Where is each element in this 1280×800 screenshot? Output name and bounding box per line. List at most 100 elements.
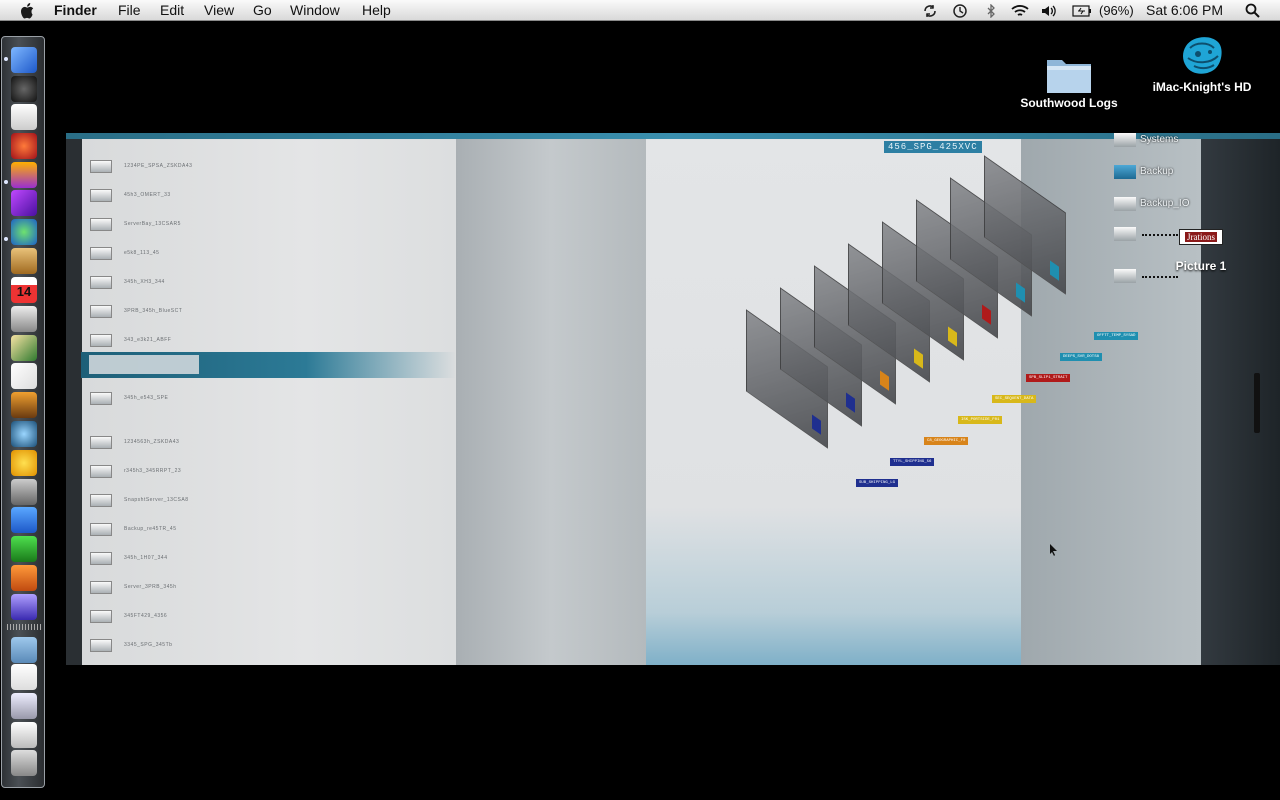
card-marker <box>948 326 957 347</box>
messenger-icon[interactable] <box>11 219 37 245</box>
wallpaper-row-label: 345h_1H07_344 <box>124 555 168 561</box>
wallpaper-row: 345h_1H07_344 <box>90 549 167 567</box>
cards-icon[interactable] <box>11 363 37 389</box>
drive-shape <box>90 275 112 289</box>
word-icon[interactable] <box>11 507 37 533</box>
time-machine-icon[interactable] <box>11 421 37 447</box>
solitaire-icon[interactable] <box>11 335 37 361</box>
volume-icon[interactable] <box>1040 2 1058 19</box>
drive-shape <box>90 188 112 202</box>
wallpaper-row-label: ServerBay_13CSAR5 <box>124 221 181 227</box>
drive-shape <box>90 304 112 318</box>
excel-icon[interactable] <box>11 536 37 562</box>
card-label: DEEPS_SVR_DOTS8 <box>1060 353 1103 361</box>
time-machine-icon[interactable] <box>950 2 970 19</box>
app-menu-finder[interactable]: Finder <box>54 0 97 21</box>
menu-window[interactable]: Window <box>290 0 340 21</box>
powerpoint-icon[interactable] <box>11 565 37 591</box>
wallpaper-row-label: 3PRB_345h_BlueSCT <box>124 308 183 314</box>
finder-icon[interactable] <box>11 47 37 73</box>
game-icon[interactable] <box>11 133 37 159</box>
card-label: OFFTT_TEMP_SYSAD <box>1094 332 1139 340</box>
menu-bar: Finder File Edit View Go Window Help (96… <box>0 0 1280 21</box>
wallpaper-row-label: 343_e3k21_ABFF <box>124 337 172 343</box>
wallpaper-row-label: Server_3PRB_345h <box>124 584 177 590</box>
preview-icon[interactable] <box>11 104 37 130</box>
desktop-icon-picture-1[interactable]: Jrations Picture 1 <box>1164 229 1238 273</box>
wallpaper-row-label: 45h3_OMERT_33 <box>124 192 171 198</box>
wallpaper-row: 345h_XH3_344 <box>90 273 165 291</box>
logo-icon[interactable] <box>11 162 37 188</box>
menu-go[interactable]: Go <box>253 0 272 21</box>
wallpaper-row: 45h3_OMERT_33 <box>90 186 171 204</box>
image-file-icon[interactable] <box>11 693 37 719</box>
trash-icon[interactable] <box>11 750 37 776</box>
menu-file[interactable]: File <box>118 0 141 21</box>
wallpaper-label-systems: Systems <box>1140 134 1179 145</box>
drive-shape <box>1114 197 1136 211</box>
wallpaper-selected-row <box>81 352 456 378</box>
document-icon[interactable] <box>11 664 37 690</box>
card-label: SEC_SEQUENT_DATA <box>992 395 1037 403</box>
apple-icon[interactable] <box>18 2 36 19</box>
wallpaper-row: 345h_e543_SPE <box>90 389 168 407</box>
mail-file-icon[interactable] <box>11 722 37 748</box>
spotlight-icon[interactable] <box>1243 2 1261 19</box>
desktop-icon-southwood-logs[interactable]: Southwood Logs <box>1016 52 1122 110</box>
address-book-icon[interactable] <box>11 248 37 274</box>
calendar-icon[interactable]: 14 <box>11 277 37 303</box>
desktop-icon-hard-drive[interactable]: iMac-Knight's HD <box>1142 32 1262 94</box>
wallpaper-row-label: Backup_re45TR_45 <box>124 526 177 532</box>
battery-percent: (96%) <box>1099 3 1134 18</box>
menu-view[interactable]: View <box>204 0 234 21</box>
card-marker <box>914 348 923 369</box>
yahoo-messenger-icon[interactable] <box>11 450 37 476</box>
sync-icon[interactable] <box>920 2 940 19</box>
wallpaper-row-label: SnapshtServer_13CSA8 <box>124 497 189 503</box>
folder-icon[interactable] <box>11 637 37 663</box>
wallpaper-row-label: 345FT429_4356 <box>124 613 168 619</box>
folder-icon <box>1044 52 1094 96</box>
drive-shape <box>90 391 112 405</box>
system-preferences-icon[interactable] <box>11 479 37 505</box>
running-indicator <box>4 180 8 184</box>
card-label: C8_GEOGRAPHIC_F0 <box>924 437 969 445</box>
drive-shape <box>1114 165 1136 179</box>
drive-shape <box>1114 133 1136 147</box>
card-marker <box>812 414 821 435</box>
clock[interactable]: Sat 6:06 PM <box>1146 0 1223 21</box>
dvd-player-icon[interactable] <box>11 306 37 332</box>
desktop-wallpaper: 1234PE_SPSA_ZSKDA43 45h3_OMERT_33 ServerBa… <box>66 133 1280 665</box>
dashboard-icon[interactable] <box>11 76 37 102</box>
entourage-icon[interactable] <box>11 594 37 620</box>
card-label: SPB_SLIP1_STRAIT <box>1026 374 1071 382</box>
wallpaper-tag: 456_SPG_425XVC <box>884 141 982 153</box>
scrollbar-shape <box>1254 373 1260 433</box>
calendar-day: 14 <box>16 284 32 299</box>
drive-shape <box>90 638 112 652</box>
wallpaper-row: 343_e3k21_ABFF <box>90 331 171 349</box>
itunes-icon[interactable] <box>11 190 37 216</box>
wallpaper-row-label: 345h_e543_SPE <box>124 395 169 401</box>
drive-shape <box>90 493 112 507</box>
battery-icon[interactable] <box>1071 2 1093 19</box>
wallpaper-row-label: 1234563h_ZSKDA43 <box>124 439 180 445</box>
wallpaper-row: 345FT429_4356 <box>90 607 167 625</box>
menu-help[interactable]: Help <box>362 0 391 21</box>
wallpaper-row: 3345_SPG_345Tb <box>90 636 172 654</box>
card-marker <box>1050 260 1059 281</box>
wallpaper-row: 1234563h_ZSKDA43 <box>90 433 179 451</box>
card-label: SUB_SHIPPING_LG <box>856 479 899 487</box>
desktop-icon-label: Southwood Logs <box>1020 96 1118 110</box>
wifi-icon[interactable] <box>1009 2 1031 19</box>
screenshot-icon: Jrations <box>1179 229 1223 245</box>
running-indicator <box>4 57 8 61</box>
drive-shape <box>90 246 112 260</box>
thumbnail-text: Jrations <box>1185 232 1217 242</box>
wallpaper-row-label: r345h3_345RRPT_23 <box>124 468 182 474</box>
card-marker <box>880 370 889 391</box>
menu-edit[interactable]: Edit <box>160 0 184 21</box>
iphoto-icon[interactable] <box>11 392 37 418</box>
dotted-line <box>1142 276 1178 278</box>
bluetooth-icon[interactable] <box>982 2 1000 19</box>
